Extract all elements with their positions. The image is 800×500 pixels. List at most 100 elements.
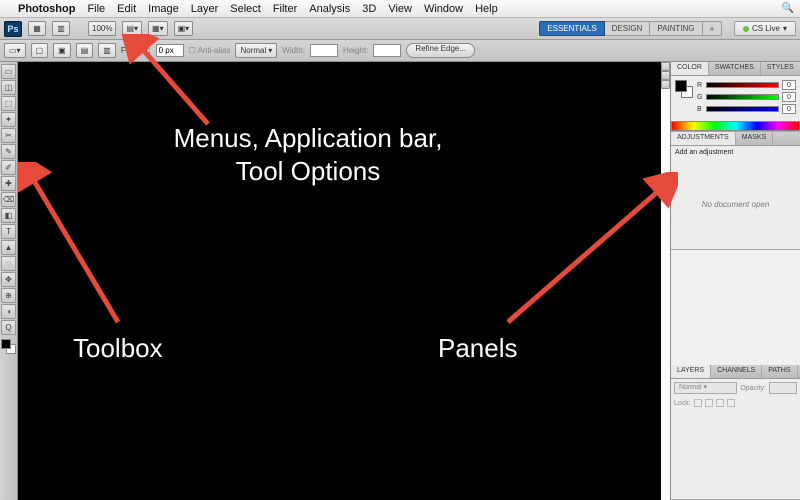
annotation-panels: Panels [438,332,518,365]
canvas-area[interactable]: Menus, Application bar, Tool Options Too… [18,62,661,500]
application-bar: Ps ▦ ▥ 100% ▤▾ ▦▾ ▣▾ ESSENTIALS DESIGN P… [0,18,800,40]
tool-dodge[interactable]: ✥ [1,272,16,287]
menu-image[interactable]: Image [148,3,179,15]
tab-adjustments[interactable]: ADJUSTMENTS [671,132,736,145]
blend-mode-dropdown[interactable]: Normal ▾ [674,382,737,394]
collapsed-panel-icon[interactable] [661,71,670,80]
tool-gradient[interactable]: ▲ [1,240,16,255]
mac-menubar: Photoshop File Edit Image Layer Select F… [0,0,800,18]
opacity-input[interactable] [769,382,797,394]
collapsed-panel-dock [661,62,670,500]
menu-window[interactable]: Window [424,3,463,15]
screen-mode-button[interactable]: ▣▾ [174,21,194,36]
b-slider[interactable] [706,106,779,112]
color-panel: COLOR SWATCHES STYLES R 0 G [671,62,800,132]
bridge-button[interactable]: ▦ [28,21,46,36]
zoom-level[interactable]: 100% [88,21,116,36]
ps-logo-icon: Ps [4,21,22,37]
toolbox: ▭ ◫ ⬚ ✦ ✂ ✎ ✐ ✚ ⌫ ◧ T ▲ ◌ ✥ ⊕ ◑ Q [0,62,18,500]
layers-panel: LAYERS CHANNELS PATHS Normal ▾ Opacity: … [671,365,800,500]
tab-styles[interactable]: STYLES [761,62,800,75]
tool-crop[interactable]: ✂ [1,128,16,143]
spotlight-icon[interactable]: 🔍 [782,3,794,14]
lock-position-icon[interactable] [716,399,724,407]
adjustments-panel: ADJUSTMENTS MASKS Add an adjustment No d… [671,132,800,250]
tool-path[interactable]: Q [1,320,16,335]
refine-edge-button[interactable]: Refine Edge... [406,43,475,58]
tool-stamp[interactable]: ⌫ [1,192,16,207]
tool-move[interactable]: ▭ [1,64,16,79]
tool-eyedropper[interactable]: ✎ [1,144,16,159]
collapsed-panel-icon[interactable] [661,80,670,89]
feather-input[interactable] [156,44,184,57]
height-input [373,44,401,57]
tool-eraser[interactable]: T [1,224,16,239]
add-adjustment-label: Add an adjustment [671,146,800,159]
b-value[interactable]: 0 [782,104,796,114]
style-dropdown[interactable]: Normal ▾ [235,43,277,58]
menu-select[interactable]: Select [230,3,261,15]
menu-layer[interactable]: Layer [191,3,219,15]
lock-pixels-icon[interactable] [705,399,713,407]
g-value[interactable]: 0 [782,92,796,102]
tool-heal[interactable]: ✐ [1,160,16,175]
tab-channels[interactable]: CHANNELS [711,365,762,378]
tab-masks[interactable]: MASKS [736,132,774,145]
app-menu[interactable]: Photoshop [18,3,75,15]
tab-color[interactable]: COLOR [671,62,709,75]
menu-filter[interactable]: Filter [273,3,297,15]
tool-pen[interactable]: ⊕ [1,288,16,303]
b-label: B [697,106,703,113]
color-spectrum[interactable] [671,121,800,131]
tool-history-brush[interactable]: ◧ [1,208,16,223]
tab-paths[interactable]: PATHS [762,365,797,378]
tool-marquee[interactable]: ◫ [1,80,16,95]
minibridge-button[interactable]: ▥ [52,21,70,36]
g-slider[interactable] [706,94,779,100]
lock-label: Lock: [674,400,691,407]
antialias-checkbox[interactable]: ☐ Anti-alias [189,46,231,55]
tool-blur[interactable]: ◌ [1,256,16,271]
workspace-essentials[interactable]: ESSENTIALS [539,21,604,36]
tool-preset-picker[interactable]: ▭▾ [4,43,26,58]
tool-wand[interactable]: ✦ [1,112,16,127]
r-slider[interactable] [706,82,779,88]
tool-lasso[interactable]: ⬚ [1,96,16,111]
lock-transparent-icon[interactable] [694,399,702,407]
selection-mode-add[interactable]: ▣ [53,43,71,58]
collapsed-panel-icon[interactable] [661,62,670,71]
tab-layers[interactable]: LAYERS [671,365,711,378]
workspace-more[interactable]: » [703,21,722,36]
tool-options-bar: ▭▾ ▢ ▣ ▤ ▥ Feather: ☐ Anti-alias Normal … [0,40,800,62]
tool-type[interactable]: ◑ [1,304,16,319]
adjustments-empty: No document open [671,159,800,249]
menu-analysis[interactable]: Analysis [309,3,350,15]
selection-mode-intersect[interactable]: ▥ [98,43,116,58]
g-label: G [697,94,703,101]
annotation-menus: Menus, Application bar, Tool Options [148,122,468,187]
r-value[interactable]: 0 [782,80,796,90]
workspace-design[interactable]: DESIGN [605,21,651,36]
selection-mode-subtract[interactable]: ▤ [76,43,94,58]
menu-3d[interactable]: 3D [362,3,376,15]
arrange-button[interactable]: ▦▾ [148,21,168,36]
selection-mode-new[interactable]: ▢ [31,43,49,58]
cs-live-button[interactable]: CS Live ▾ [734,21,796,36]
annotation-toolbox: Toolbox [73,332,163,365]
workspace-painting[interactable]: PAINTING [650,21,702,36]
menu-edit[interactable]: Edit [117,3,136,15]
panel-dock: COLOR SWATCHES STYLES R 0 G [670,62,800,500]
menu-help[interactable]: Help [475,3,498,15]
menu-view[interactable]: View [388,3,412,15]
view-extras-button[interactable]: ▤▾ [122,21,142,36]
color-swatches[interactable] [1,339,16,354]
tab-swatches[interactable]: SWATCHES [709,62,761,75]
foreground-color-swatch[interactable] [1,339,11,349]
lock-all-icon[interactable] [727,399,735,407]
tool-brush[interactable]: ✚ [1,176,16,191]
height-label: Height: [343,46,368,55]
feather-label: Feather: [121,46,151,55]
menu-file[interactable]: File [87,3,105,15]
arrow-icon [498,172,678,332]
panel-color-swatches[interactable] [675,80,693,98]
